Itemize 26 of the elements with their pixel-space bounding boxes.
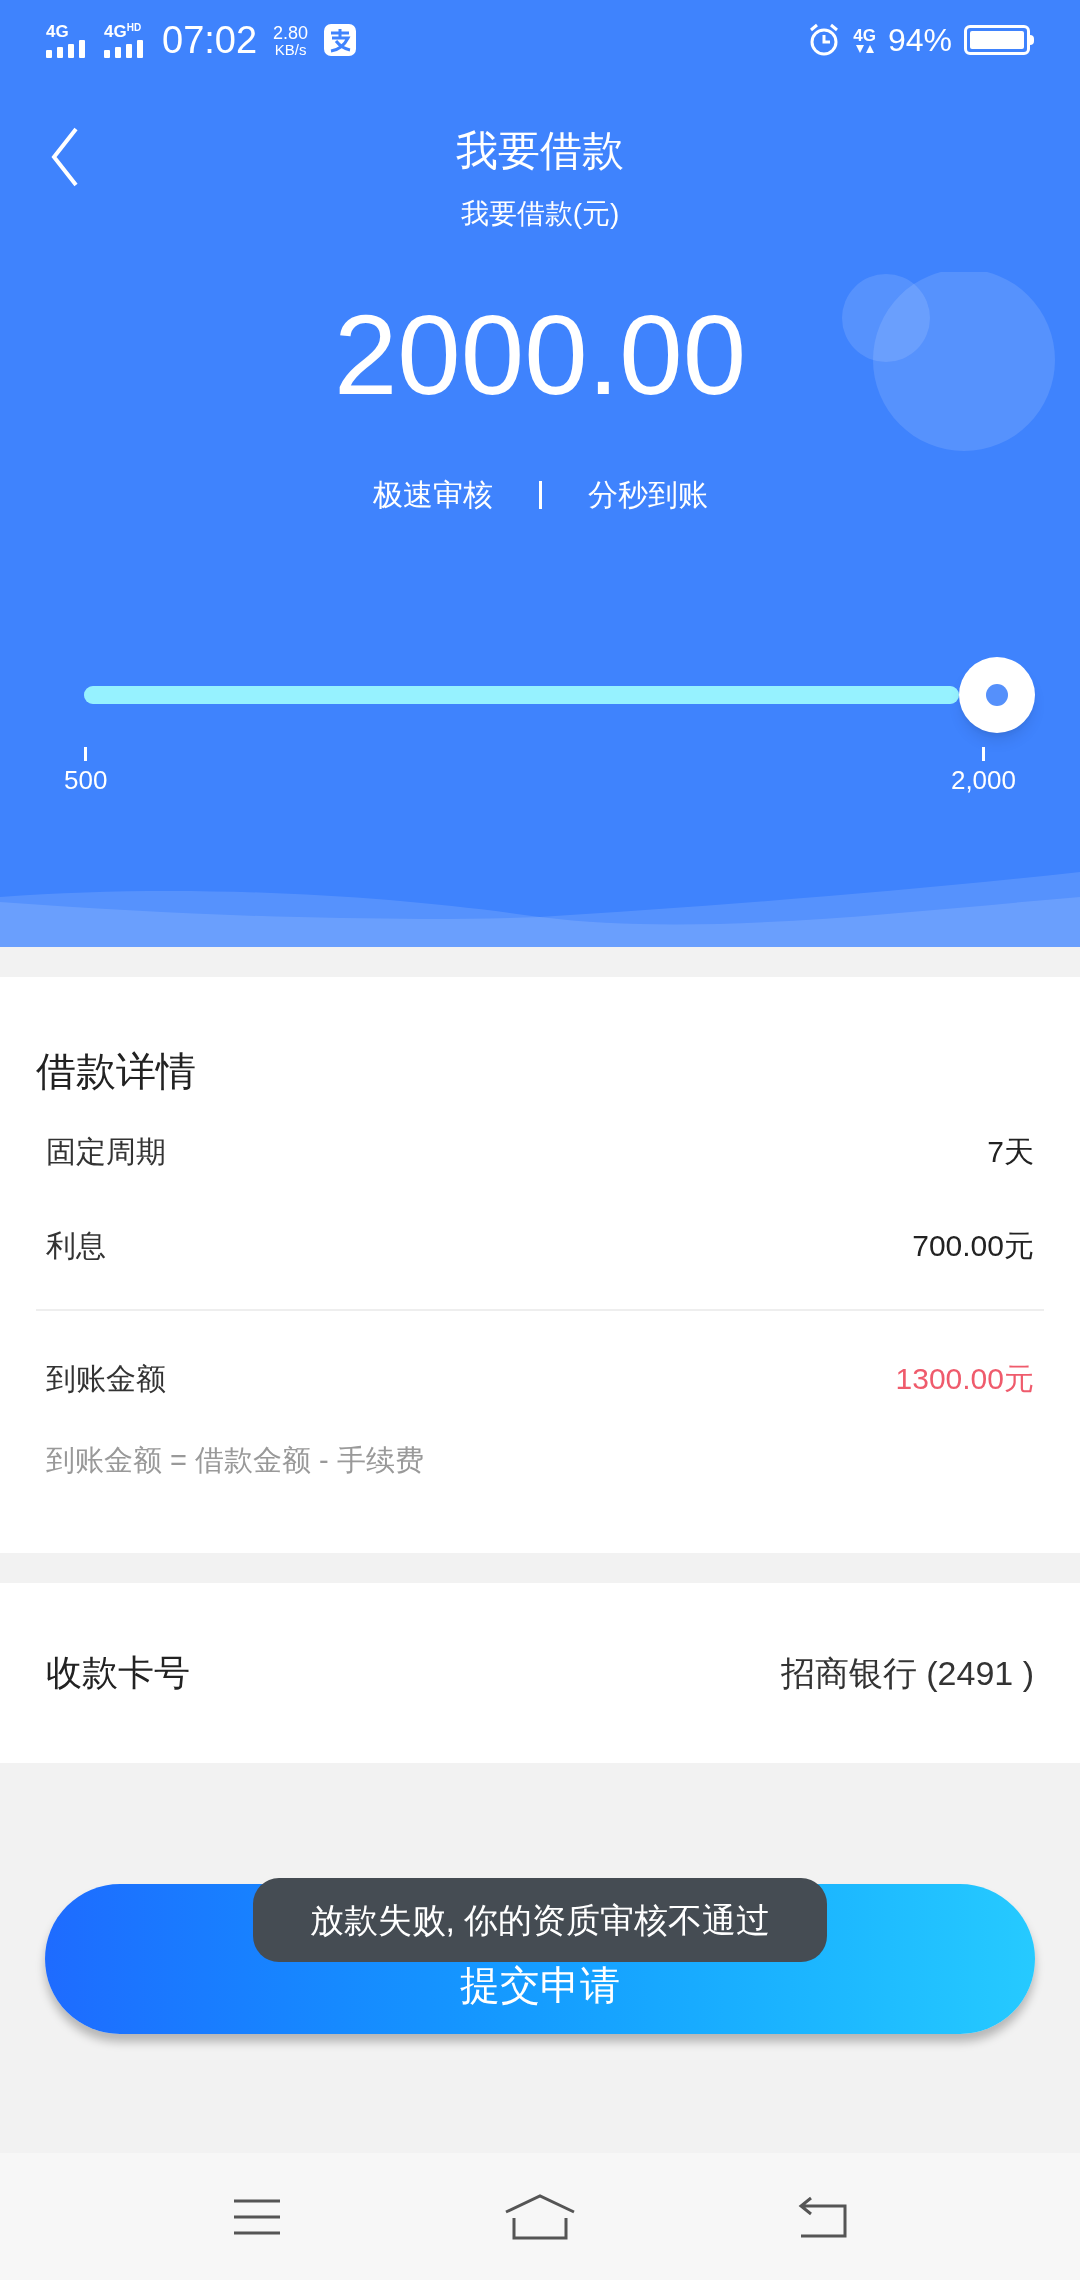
error-toast: 放款失败, 你的资质审核不通过 — [253, 1878, 827, 1962]
formula-note: 到账金额 = 借款金额 - 手续费 — [45, 1443, 425, 1478]
page-title: 我要借款 — [456, 125, 624, 176]
section-title: 借款详情 — [36, 1048, 197, 1095]
network-label: 4G — [853, 26, 876, 44]
network-label: 4G — [104, 22, 127, 40]
detail-value: 1300.00元 — [895, 1360, 1034, 1397]
detail-label: 到账金额 — [46, 1360, 166, 1397]
detail-label: 利息 — [46, 1227, 106, 1264]
network-speed: 2.80 — [273, 23, 309, 42]
status-time: 07:02 — [162, 21, 258, 59]
feature-label: 分秒到账 — [587, 477, 708, 513]
detail-label: 固定周期 — [46, 1133, 166, 1170]
max-label: 2,000 — [950, 764, 1016, 797]
feature-label: 极速审核 — [372, 477, 493, 513]
amount-caption: 我要借款(元) — [460, 200, 620, 228]
battery-percent: 94% — [887, 24, 952, 56]
network-label: 4G — [46, 22, 69, 40]
min-label: 500 — [64, 764, 108, 797]
detail-value: 7天 — [987, 1133, 1034, 1170]
speed-unit: KB/s — [274, 41, 307, 57]
detail-value: 700.00元 — [912, 1227, 1034, 1264]
card-value: 招商银行 (2491 ) — [780, 1652, 1034, 1694]
loan-amount: 2000.00 — [333, 298, 747, 412]
hd-label: HD — [126, 22, 142, 33]
card-label: 收款卡号 — [46, 1651, 190, 1695]
